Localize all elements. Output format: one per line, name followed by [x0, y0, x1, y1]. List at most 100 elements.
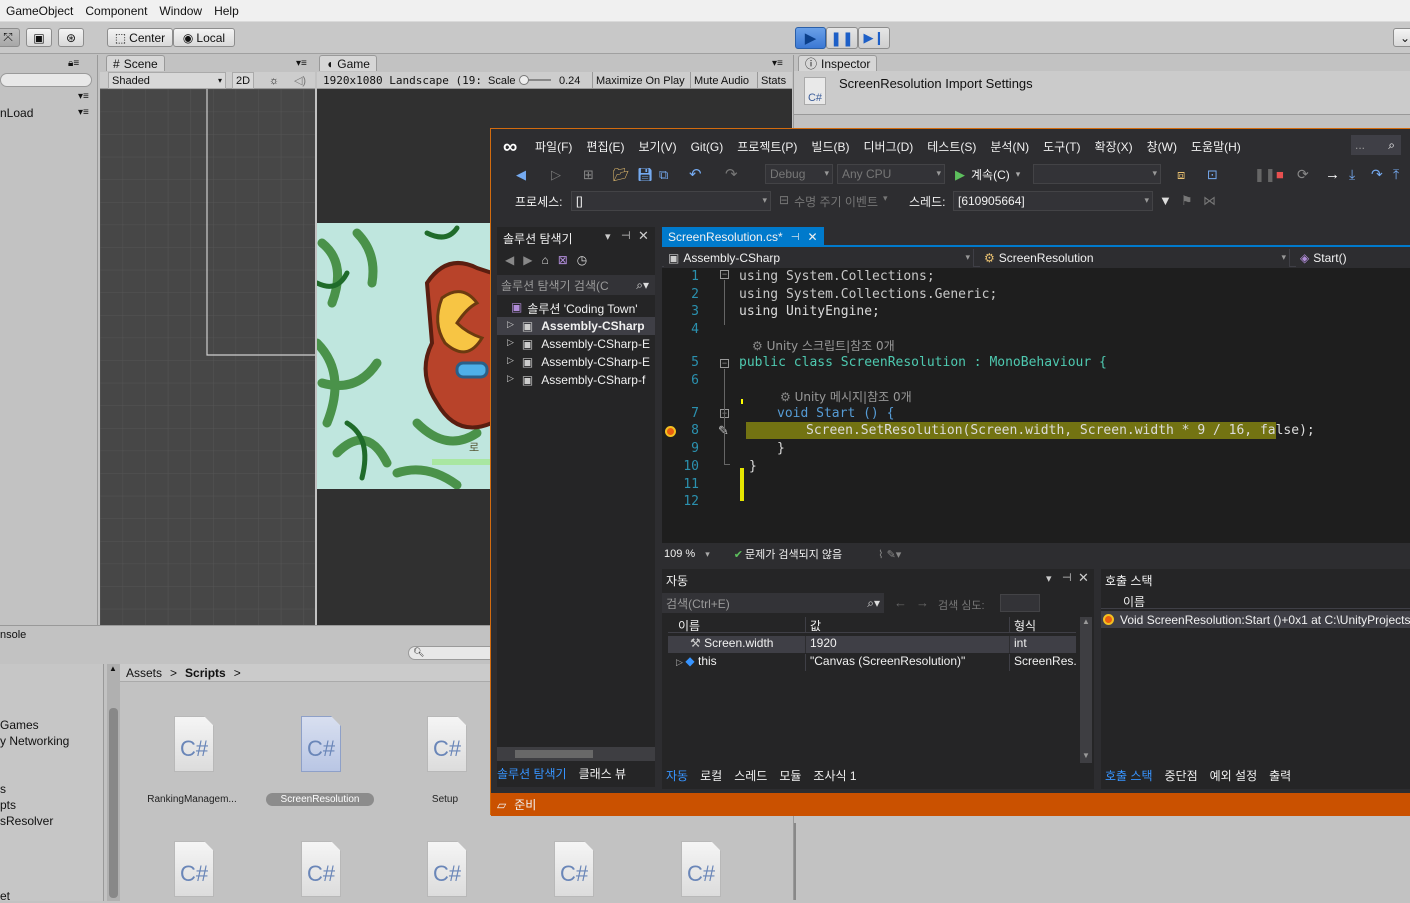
project-item[interactable]: ▷ ▣ Assembly-CSharp-f — [507, 373, 655, 387]
vs-menu-test[interactable]: 테스트(S) — [927, 140, 976, 154]
pin-icon[interactable]: ⊣ — [621, 229, 631, 242]
collapse-icon[interactable]: − — [720, 270, 729, 279]
folder-tree-scrollbar[interactable]: ▲ — [107, 664, 120, 901]
zoom-dropdown[interactable]: 109 % — [664, 548, 695, 560]
table-row[interactable]: ⚒ Screen.width 1920 int — [668, 636, 1076, 653]
menu-help[interactable]: Help — [208, 4, 245, 18]
tab-modules[interactable]: 모듈 — [779, 767, 801, 784]
tab-call-stack[interactable]: 호출 스택 — [1105, 767, 1153, 784]
script-asset-icon[interactable]: C# — [427, 841, 467, 897]
vs-menu-build[interactable]: 빌드(B) — [811, 140, 849, 154]
menu-gameobject[interactable]: GameObject — [0, 4, 79, 18]
maximize-on-play-toggle[interactable]: Maximize On Play — [592, 72, 685, 89]
tab-inspector[interactable]: ⓘ Inspector — [798, 55, 878, 71]
script-asset-icon[interactable]: C# — [174, 716, 214, 772]
tab-output[interactable]: 출력 — [1269, 767, 1291, 784]
pin-icon[interactable]: ⊣ — [791, 232, 800, 243]
continue-button[interactable]: ▶ 계속(C) ▾ — [955, 166, 1020, 183]
new-project-icon[interactable]: ⊞ — [583, 168, 594, 181]
script-asset-icon[interactable]: C# — [174, 841, 214, 897]
shading-mode-dropdown[interactable]: Shaded ▾ — [108, 72, 226, 89]
thread-flags-icon[interactable]: ⋈ — [1203, 194, 1216, 207]
vs-menu-extensions[interactable]: 확장(X) — [1095, 140, 1133, 154]
folder-tree-scroll-thumb[interactable] — [109, 708, 118, 898]
nav-project-dropdown[interactable]: ▣ Assembly-CSharp ▾ — [664, 249, 974, 267]
tab-watch-1[interactable]: 조사식 1 — [813, 767, 856, 784]
col-name[interactable]: 이름 — [668, 617, 806, 633]
scene-menu-icon[interactable]: ▾≡ — [296, 58, 307, 69]
vs-menu-help[interactable]: 도움말(H) — [1191, 140, 1241, 154]
step-button[interactable]: ▶❙ — [858, 27, 890, 49]
script-asset-icon[interactable]: C# — [681, 841, 721, 897]
project-item[interactable]: ▷ ▣ Assembly-CSharp-E — [507, 337, 655, 351]
col-value[interactable]: 값 — [806, 617, 1010, 633]
project-item-assembly-csharp[interactable]: ▷ ▣ Assembly-CSharp — [507, 319, 645, 333]
nav-member-dropdown[interactable]: ◈ Start() — [1296, 249, 1410, 267]
tab-scene[interactable]: # Scene — [106, 55, 165, 71]
scroll-up-icon[interactable]: ▲ — [1082, 617, 1090, 626]
vs-menu-tools[interactable]: 도구(T) — [1043, 140, 1080, 154]
redo-icon[interactable]: ↷ — [725, 167, 738, 182]
platform-dropdown[interactable]: Any CPU ▾ — [837, 164, 945, 184]
tab-console[interactable]: nsole — [0, 629, 26, 641]
forward-icon[interactable]: ▷ — [551, 168, 561, 181]
rect-tool-icon[interactable]: ▣ — [26, 28, 52, 47]
lifecycle-events-button[interactable]: ⊟ 수명 주기 이벤트 ▾ — [779, 193, 888, 210]
step-out-icon[interactable]: ⤒ — [1393, 167, 1399, 181]
back-icon[interactable]: ◀ — [516, 168, 526, 181]
pause-button[interactable]: ❚❚ — [826, 27, 858, 49]
scene-audio-icon[interactable]: ◁) — [290, 72, 310, 89]
collab-icon[interactable]: ⌄ — [1393, 28, 1410, 47]
play-button[interactable]: ▶ — [795, 27, 826, 49]
break-all-icon[interactable]: ❚❚ — [1254, 168, 1276, 181]
solution-root[interactable]: ▣ 솔루션 'Coding Town' — [511, 300, 638, 317]
filter-icon[interactable]: ▼ — [1159, 194, 1172, 207]
scroll-up-icon[interactable]: ▲ — [109, 664, 117, 673]
vs-menu-window[interactable]: 창(W) — [1147, 140, 1177, 154]
tab-locals[interactable]: 로컬 — [700, 767, 722, 784]
back-icon[interactable]: ← — [894, 595, 907, 610]
home-icon[interactable]: ⌂ — [541, 253, 548, 267]
save-icon[interactable]: 💾︎ — [637, 168, 654, 181]
pivot-center-button[interactable]: ⬚ Center — [107, 28, 173, 47]
scene-item-menu-icon[interactable]: ▾≡ — [78, 107, 89, 118]
breadcrumb-assets[interactable]: Assets — [126, 666, 162, 680]
vs-menu-analyze[interactable]: 분석(N) — [990, 140, 1029, 154]
move-tool-icon[interactable]: ⤧ — [0, 28, 20, 47]
tab-game[interactable]: ◖ Game — [319, 55, 377, 71]
autos-vscrollbar[interactable]: ▲ ▼ — [1080, 617, 1092, 763]
project-search-input[interactable]: 🔍︎ — [408, 646, 498, 660]
folder-item[interactable]: y Networking — [0, 734, 69, 748]
resolution-dropdown[interactable]: 1920x1080 Landscape (19:⇕ — [323, 72, 483, 89]
vs-menu-edit[interactable]: 편집(E) — [586, 140, 624, 154]
game-menu-icon[interactable]: ▾≡ — [772, 58, 783, 69]
autos-search-input[interactable]: 검색(Ctrl+E) ⌕▾ — [662, 593, 884, 613]
folder-item[interactable]: Games — [0, 718, 39, 732]
thread-dropdown[interactable]: [610905664] ▾ — [953, 191, 1153, 211]
tab-autos[interactable]: 자동 — [666, 767, 688, 784]
script-asset-icon[interactable]: C# — [427, 716, 467, 772]
codelens-unity-message[interactable]: ⚙ Unity 메시지|참조 0개 — [780, 388, 912, 405]
script-asset-icon[interactable]: C# — [554, 841, 594, 897]
undo-icon[interactable]: ↶ — [689, 167, 702, 182]
callstack-row[interactable]: Void ScreenResolution:Start ()+0x1 at C:… — [1101, 611, 1410, 628]
hierarchy-scene-item[interactable]: nLoad — [0, 106, 33, 120]
flag-icon[interactable]: ⚑ — [1181, 194, 1193, 207]
callstack-header[interactable]: 이름 — [1101, 591, 1410, 609]
folder-item[interactable]: sResolver — [0, 814, 53, 828]
panel-options-icon[interactable]: ▾ — [605, 230, 611, 243]
stats-toggle[interactable]: Stats — [757, 72, 786, 89]
table-row[interactable]: ▷ ◆ this "Canvas (ScreenResolution)" Scr… — [668, 654, 1076, 671]
forward-icon[interactable]: ▶ — [523, 253, 532, 267]
panel-options-icon[interactable]: ▾ — [1046, 572, 1052, 585]
folder-item[interactable]: et — [0, 889, 10, 903]
collapse-icon[interactable]: − — [720, 359, 729, 368]
tab-solution-explorer[interactable]: 솔루션 탐색기 — [497, 765, 567, 782]
tab-exception-settings[interactable]: 예외 설정 — [1210, 767, 1258, 784]
menu-window[interactable]: Window — [153, 4, 208, 18]
vs-menu-project[interactable]: 프로젝트(P) — [737, 140, 797, 154]
step-over-icon[interactable]: ↷ — [1371, 167, 1383, 181]
screenshot-icon[interactable]: ⊡ — [1207, 168, 1218, 181]
scene-2d-toggle[interactable]: 2D — [232, 72, 254, 89]
process-dropdown[interactable]: [] ▾ — [571, 191, 771, 211]
